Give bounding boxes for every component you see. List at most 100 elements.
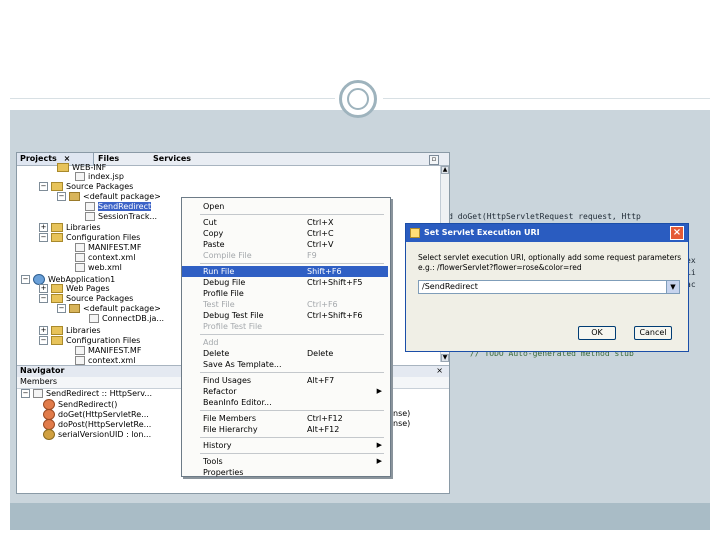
expand-icon[interactable]: + <box>39 284 48 293</box>
navigator-close-icon[interactable]: × <box>436 366 443 376</box>
tree-item[interactable]: − WebApplication1 <box>21 274 115 285</box>
tab-close-icon[interactable]: × <box>64 154 71 163</box>
tree-item[interactable]: MANIFEST.MF <box>75 346 141 356</box>
dialog-example: e.g.: /flowerServlet?flower=rose&color=r… <box>418 263 582 272</box>
menu-separator <box>200 372 384 373</box>
expand-icon[interactable]: + <box>39 326 48 335</box>
collapse-icon[interactable]: − <box>57 304 66 313</box>
menu-item-label: Add <box>203 338 219 347</box>
menu-item-tools[interactable]: Tools ▶ <box>182 456 388 467</box>
collapse-icon[interactable]: − <box>21 389 30 398</box>
java-file-icon <box>89 314 99 323</box>
tree-item[interactable]: + Libraries <box>39 223 101 233</box>
package-icon <box>69 192 80 201</box>
menu-item-cut[interactable]: Cut Ctrl+X <box>182 217 388 228</box>
tree-item[interactable]: web.xml <box>75 263 122 273</box>
menu-item-refactor[interactable]: Refactor ▶ <box>182 386 388 397</box>
scroll-up-icon[interactable]: ▲ <box>441 166 449 174</box>
tree-item[interactable]: − Configuration Files <box>39 336 140 346</box>
tree-item[interactable]: + Libraries <box>39 326 101 336</box>
menu-item-debug-file[interactable]: Debug File Ctrl+Shift+F5 <box>182 277 388 288</box>
menu-item-profile-file[interactable]: Profile File <box>182 288 388 299</box>
scroll-down-icon[interactable]: ▼ <box>441 354 449 362</box>
title-divider-right <box>383 98 710 99</box>
menu-item-beaninfo-editor[interactable]: BeanInfo Editor... <box>182 397 388 408</box>
tree-item[interactable]: − <default package> <box>57 304 161 314</box>
tree-item-label: SendRedirect <box>98 202 152 211</box>
menu-item-label: File Members <box>203 414 257 423</box>
menu-separator <box>200 334 384 335</box>
tree-item-label: ConnectDB.ja... <box>102 314 165 323</box>
field-icon <box>43 429 55 440</box>
menu-item-profile-test-file[interactable]: Profile Test File <box>182 321 388 332</box>
cancel-button[interactable]: Cancel <box>634 326 672 340</box>
menu-item-label: Cut <box>203 218 217 227</box>
tree-item[interactable]: SessionTrack... <box>85 212 157 222</box>
menu-item-label: Profile Test File <box>203 322 263 331</box>
navigator-item[interactable]: doGet(HttpServletRe... <box>43 409 149 420</box>
ok-button[interactable]: OK <box>578 326 616 340</box>
menu-item-run-file[interactable]: Run File Shift+F6 <box>182 266 388 277</box>
menu-item-shortcut: Ctrl+X <box>307 218 334 227</box>
tree-item-label: Configuration Files <box>66 336 141 345</box>
tree-item[interactable]: − Source Packages <box>39 182 133 192</box>
menu-item-paste[interactable]: Paste Ctrl+V <box>182 239 388 250</box>
menu-item-label: Copy <box>203 229 224 238</box>
tree-item-selected[interactable]: SendRedirect <box>85 202 152 212</box>
file-icon <box>75 263 85 272</box>
tree-item-label: <default package> <box>83 192 161 201</box>
submenu-arrow-icon: ▶ <box>376 457 382 465</box>
chevron-down-icon[interactable]: ▼ <box>666 281 679 293</box>
tree-item[interactable]: − Source Packages <box>39 294 133 304</box>
tree-item[interactable]: MANIFEST.MF <box>75 243 141 253</box>
expand-icon[interactable]: + <box>39 223 48 232</box>
java-file-icon <box>85 212 95 221</box>
menu-item-properties[interactable]: Properties <box>182 467 388 478</box>
navigator-item[interactable]: − SendRedirect :: HttpServ... <box>21 389 152 399</box>
tree-item[interactable]: − Configuration Files <box>39 233 140 243</box>
menu-item-delete[interactable]: Delete Delete <box>182 348 388 359</box>
menu-item-history[interactable]: History ▶ <box>182 440 388 451</box>
collapse-icon[interactable]: − <box>39 233 48 242</box>
menu-item-debug-test-file[interactable]: Debug Test File Ctrl+Shift+F6 <box>182 310 388 321</box>
menu-item-shortcut: Ctrl+V <box>307 240 334 249</box>
navigator-item-suffix: nse) <box>393 409 411 418</box>
dialog-close-icon[interactable]: × <box>670 226 684 240</box>
menu-item-save-as-template[interactable]: Save As Template... <box>182 359 388 370</box>
menu-item-file-hierarchy[interactable]: File Hierarchy Alt+F12 <box>182 424 388 435</box>
menu-item-open[interactable]: Open <box>182 201 388 212</box>
collapse-icon[interactable]: − <box>39 294 48 303</box>
navigator-item[interactable]: serialVersionUID : lon... <box>43 429 151 440</box>
execution-uri-combobox[interactable]: /SendRedirect ▼ <box>418 280 680 294</box>
menu-item-find-usages[interactable]: Find Usages Alt+F7 <box>182 375 388 386</box>
menu-item-test-file[interactable]: Test File Ctrl+F6 <box>182 299 388 310</box>
menu-separator <box>200 263 384 264</box>
tree-item[interactable]: + Web Pages <box>39 284 110 294</box>
menu-item-shortcut: Ctrl+F12 <box>307 414 343 423</box>
menu-item-label: Save As Template... <box>203 360 282 369</box>
tree-item[interactable]: ConnectDB.ja... <box>89 314 164 324</box>
tree-item[interactable]: − <default package> <box>57 192 161 202</box>
collapse-icon[interactable]: − <box>39 182 48 191</box>
dialog-title-bar[interactable]: Set Servlet Execution URI × <box>406 224 688 242</box>
collapse-icon[interactable]: − <box>57 192 66 201</box>
minimize-icon[interactable]: ▫ <box>429 155 439 165</box>
collapse-icon[interactable]: − <box>39 336 48 345</box>
file-icon <box>75 253 85 262</box>
tree-item[interactable]: context.xml <box>75 253 135 263</box>
tab-services[interactable]: Services <box>150 153 216 165</box>
servlet-uri-dialog: Set Servlet Execution URI × Select servl… <box>405 223 689 352</box>
navigator-item-label: SendRedirect :: HttpServ... <box>46 389 153 398</box>
class-icon <box>33 389 43 398</box>
navigator-item[interactable]: doPost(HttpServletRe... <box>43 419 151 430</box>
menu-item-copy[interactable]: Copy Ctrl+C <box>182 228 388 239</box>
menu-item-add[interactable]: Add <box>182 337 388 348</box>
menu-item-label: Compile File <box>203 251 252 260</box>
menu-item-compile-file[interactable]: Compile File F9 <box>182 250 388 261</box>
menu-item-label: Open <box>203 202 225 211</box>
tree-item-label: Configuration Files <box>66 233 141 242</box>
collapse-icon[interactable]: − <box>21 275 30 284</box>
tree-item[interactable]: index.jsp <box>75 172 124 182</box>
navigator-item[interactable]: SendRedirect() <box>43 399 117 410</box>
menu-item-file-members[interactable]: File Members Ctrl+F12 <box>182 413 388 424</box>
